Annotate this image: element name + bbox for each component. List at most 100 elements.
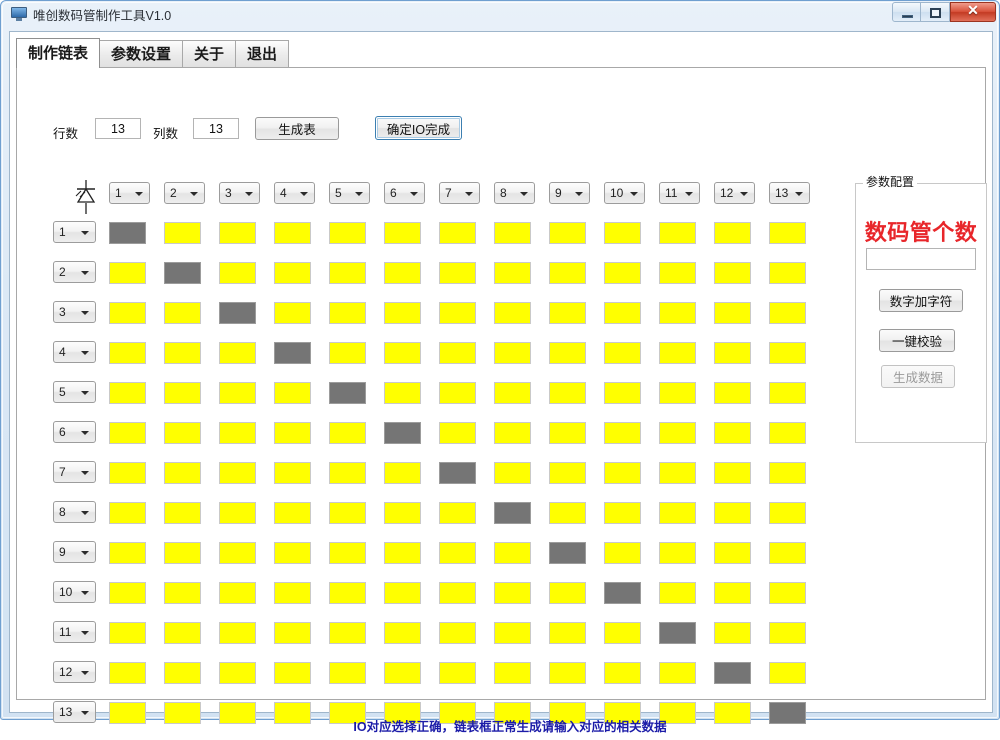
grid-cell[interactable] — [714, 222, 751, 244]
grid-cell[interactable] — [329, 462, 366, 484]
grid-cell[interactable] — [219, 662, 256, 684]
grid-cell[interactable] — [659, 542, 696, 564]
column-select-1[interactable]: 1 — [109, 182, 150, 204]
grid-cell[interactable] — [384, 582, 421, 604]
row-select-11[interactable]: 11 — [53, 621, 96, 643]
column-select-12[interactable]: 12 — [714, 182, 755, 204]
grid-cell[interactable] — [439, 422, 476, 444]
grid-cell[interactable] — [384, 382, 421, 404]
grid-cell[interactable] — [219, 342, 256, 364]
grid-cell[interactable] — [274, 382, 311, 404]
grid-cell[interactable] — [164, 542, 201, 564]
column-select-10[interactable]: 10 — [604, 182, 645, 204]
grid-cell[interactable] — [219, 622, 256, 644]
grid-cell[interactable] — [659, 622, 696, 644]
grid-cell[interactable] — [329, 222, 366, 244]
grid-cell[interactable] — [659, 382, 696, 404]
grid-cell[interactable] — [659, 662, 696, 684]
grid-cell[interactable] — [329, 542, 366, 564]
grid-cell[interactable] — [714, 542, 751, 564]
grid-cell[interactable] — [274, 502, 311, 524]
column-select-11[interactable]: 11 — [659, 182, 700, 204]
grid-cell[interactable] — [714, 662, 751, 684]
grid-cell[interactable] — [164, 662, 201, 684]
grid-cell[interactable] — [164, 222, 201, 244]
grid-cell[interactable] — [714, 582, 751, 604]
grid-cell[interactable] — [769, 342, 806, 364]
generate-data-button[interactable]: 生成数据 — [881, 365, 955, 388]
grid-cell[interactable] — [494, 382, 531, 404]
grid-cell[interactable] — [164, 342, 201, 364]
grid-cell[interactable] — [714, 502, 751, 524]
grid-cell[interactable] — [439, 262, 476, 284]
grid-cell[interactable] — [384, 662, 421, 684]
grid-cell[interactable] — [329, 622, 366, 644]
grid-cell[interactable] — [164, 262, 201, 284]
grid-cell[interactable] — [549, 502, 586, 524]
grid-cell[interactable] — [769, 302, 806, 324]
column-select-7[interactable]: 7 — [439, 182, 480, 204]
grid-cell[interactable] — [219, 462, 256, 484]
grid-cell[interactable] — [274, 262, 311, 284]
grid-cell[interactable] — [549, 462, 586, 484]
grid-cell[interactable] — [494, 582, 531, 604]
grid-cell[interactable] — [494, 542, 531, 564]
row-select-12[interactable]: 12 — [53, 661, 96, 683]
grid-cell[interactable] — [274, 422, 311, 444]
grid-cell[interactable] — [329, 342, 366, 364]
grid-cell[interactable] — [164, 582, 201, 604]
row-select-2[interactable]: 2 — [53, 261, 96, 283]
grid-cell[interactable] — [329, 662, 366, 684]
grid-cell[interactable] — [219, 502, 256, 524]
grid-cell[interactable] — [439, 542, 476, 564]
one-key-verify-button[interactable]: 一键校验 — [879, 329, 955, 352]
grid-cell[interactable] — [384, 262, 421, 284]
column-select-9[interactable]: 9 — [549, 182, 590, 204]
grid-cell[interactable] — [274, 302, 311, 324]
grid-cell[interactable] — [659, 422, 696, 444]
grid-cell[interactable] — [164, 622, 201, 644]
grid-cell[interactable] — [769, 382, 806, 404]
grid-cell[interactable] — [109, 222, 146, 244]
grid-cell[interactable] — [384, 622, 421, 644]
row-select-7[interactable]: 7 — [53, 461, 96, 483]
grid-cell[interactable] — [384, 462, 421, 484]
grid-cell[interactable] — [384, 342, 421, 364]
grid-cell[interactable] — [604, 502, 641, 524]
grid-cell[interactable] — [659, 302, 696, 324]
grid-cell[interactable] — [659, 222, 696, 244]
minimize-button[interactable] — [892, 2, 921, 22]
grid-cell[interactable] — [384, 222, 421, 244]
grid-cell[interactable] — [549, 342, 586, 364]
grid-cell[interactable] — [549, 262, 586, 284]
row-select-5[interactable]: 5 — [53, 381, 96, 403]
grid-cell[interactable] — [384, 542, 421, 564]
close-button[interactable]: ✕ — [950, 2, 996, 22]
grid-cell[interactable] — [604, 262, 641, 284]
grid-cell[interactable] — [164, 422, 201, 444]
grid-cell[interactable] — [219, 382, 256, 404]
grid-cell[interactable] — [659, 262, 696, 284]
grid-cell[interactable] — [384, 422, 421, 444]
grid-cell[interactable] — [274, 582, 311, 604]
cols-input[interactable] — [193, 118, 239, 139]
grid-cell[interactable] — [384, 502, 421, 524]
grid-cell[interactable] — [604, 222, 641, 244]
column-select-3[interactable]: 3 — [219, 182, 260, 204]
grid-cell[interactable] — [769, 582, 806, 604]
grid-cell[interactable] — [329, 262, 366, 284]
digit-tube-count-input[interactable] — [866, 248, 976, 270]
grid-cell[interactable] — [219, 222, 256, 244]
grid-cell[interactable] — [329, 302, 366, 324]
grid-cell[interactable] — [549, 582, 586, 604]
grid-cell[interactable] — [439, 622, 476, 644]
grid-cell[interactable] — [494, 262, 531, 284]
grid-cell[interactable] — [274, 462, 311, 484]
grid-cell[interactable] — [329, 582, 366, 604]
grid-cell[interactable] — [439, 662, 476, 684]
tab-exit[interactable]: 退出 — [235, 40, 290, 68]
grid-cell[interactable] — [604, 382, 641, 404]
grid-cell[interactable] — [604, 462, 641, 484]
grid-cell[interactable] — [494, 502, 531, 524]
grid-cell[interactable] — [439, 382, 476, 404]
